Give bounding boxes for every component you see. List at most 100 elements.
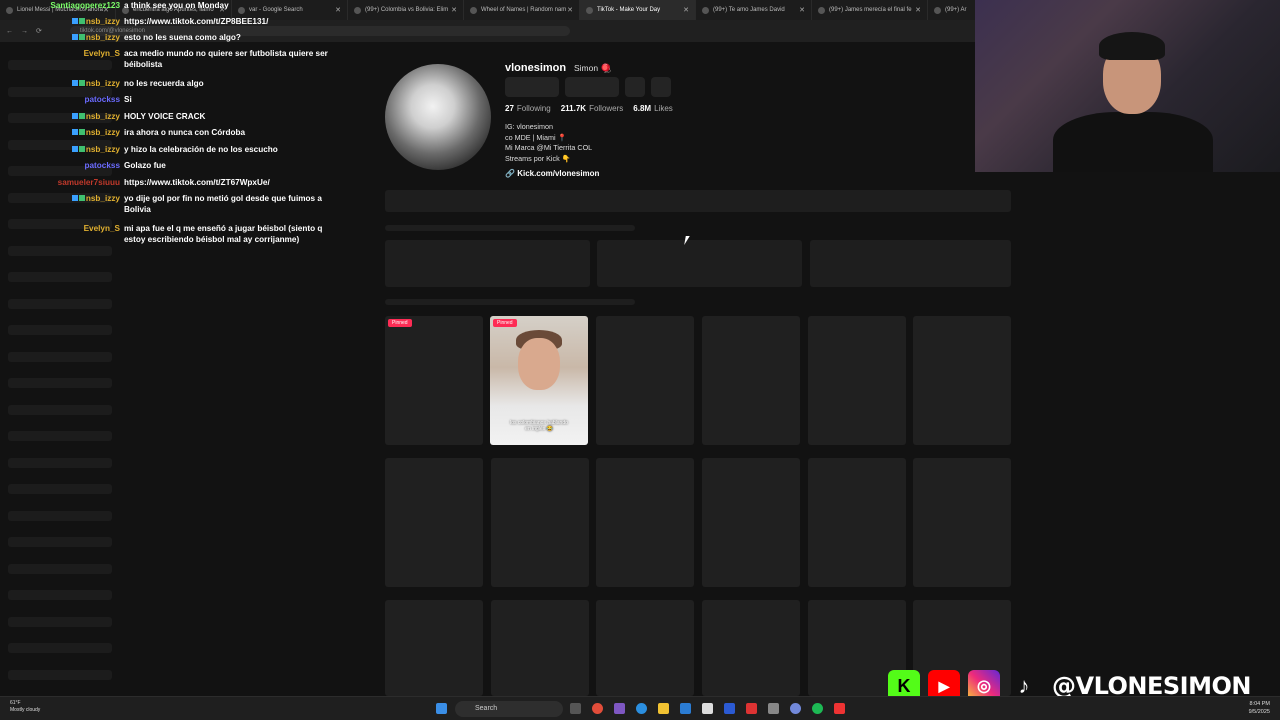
tab-label: (99+) Colombia vs Bolivia: Elim [365, 7, 449, 13]
chat-message: nsb_izzy ira ahora o nunca con Córdoba [0, 127, 334, 138]
windows-taskbar: 61°F Mostly cloudy Search 8:04 PM 9/5/20… [0, 696, 1280, 720]
tab-label: (99+) Ar [945, 7, 967, 13]
video-thumbnail[interactable] [385, 600, 483, 696]
message-button-skeleton[interactable] [565, 77, 619, 97]
follow-button-skeleton[interactable] [505, 77, 559, 97]
following-stat[interactable]: 27 Following [505, 104, 551, 113]
sub-badge-icon [71, 80, 78, 86]
chat-username[interactable]: nsb_izzy [0, 111, 124, 122]
bio-line: IG: vlonesimon [505, 122, 553, 131]
video-thumbnail[interactable] [385, 458, 483, 587]
bio-line: co MDE | Miami 📍 [505, 132, 567, 142]
task-view-icon[interactable] [570, 703, 581, 714]
chat-username[interactable]: samueler7siuuu [0, 177, 124, 188]
chat-message: samueler7siuuu https://www.tiktok.com/t/Z… [0, 177, 334, 188]
weather-widget[interactable]: 61°F Mostly cloudy [10, 700, 40, 714]
chat-username[interactable]: nsb_izzy [0, 193, 124, 204]
mod-badge-icon [78, 80, 85, 86]
video-thumbnail[interactable] [702, 316, 800, 445]
app-icon[interactable] [702, 703, 713, 714]
app-icon[interactable] [614, 703, 625, 714]
video-thumbnail-pinned[interactable]: Pinned los colombianos hablando en inglé… [490, 316, 588, 445]
close-tab-icon[interactable]: ✕ [451, 6, 457, 14]
app-icon[interactable] [768, 703, 779, 714]
pinned-badge: Pinned [388, 319, 412, 327]
video-thumbnail[interactable] [808, 316, 906, 445]
taskbar-search[interactable]: Search [455, 701, 563, 717]
sidebar-skeleton-row [8, 404, 112, 415]
close-tab-icon[interactable]: ✕ [683, 6, 689, 14]
chat-username[interactable]: nsb_izzy [0, 16, 124, 27]
profile-display-name: Simon 🪀 [574, 63, 612, 73]
close-tab-icon[interactable]: ✕ [915, 6, 921, 14]
sidebar-skeleton-row [8, 484, 112, 494]
card-skeleton [385, 240, 590, 287]
spotify-icon[interactable] [812, 703, 823, 714]
sidebar-skeleton-row [8, 643, 112, 653]
video-thumbnail[interactable] [913, 316, 1011, 445]
mail-icon[interactable] [680, 703, 691, 714]
sub-badge-icon [71, 146, 78, 152]
windows-start-icon[interactable] [436, 703, 447, 714]
chat-text: aca medio mundo no quiere ser futbolista… [124, 49, 328, 69]
chat-username[interactable]: nsb_izzy [0, 78, 124, 89]
share-button-skeleton[interactable] [625, 77, 645, 97]
mod-badge-icon [78, 34, 85, 40]
more-button-skeleton[interactable] [651, 77, 671, 97]
weather-desc: Mostly cloudy [10, 707, 41, 713]
video-thumbnail[interactable] [596, 600, 694, 696]
sidebar-skeleton-row [8, 669, 112, 680]
video-thumbnail[interactable] [491, 458, 589, 587]
video-thumbnail[interactable] [702, 458, 800, 587]
browser-tab[interactable]: TikTok - Make Your Day ✕ [580, 0, 696, 20]
taskbar-clock[interactable]: 8:04 PM 9/5/2025 [1249, 700, 1270, 716]
discord-icon[interactable] [790, 703, 801, 714]
app-icon[interactable] [834, 703, 845, 714]
mod-badge-icon [78, 195, 85, 201]
chat-message: nsb_izzy https://www.tiktok.com/t/ZP8BEE1… [0, 16, 334, 27]
video-thumbnail[interactable] [913, 458, 1011, 587]
edge-icon[interactable] [636, 703, 647, 714]
browser-tab[interactable]: Wheel of Names | Random nam ✕ [464, 0, 580, 20]
app-icon[interactable] [746, 703, 757, 714]
video-thumbnail[interactable] [596, 458, 694, 587]
browser-tab[interactable]: (99+) Colombia vs Bolivia: Elim ✕ [348, 0, 464, 20]
webcam-overlay [975, 0, 1280, 172]
close-tab-icon[interactable]: ✕ [799, 6, 805, 14]
video-thumbnail[interactable] [596, 316, 694, 445]
sidebar-skeleton-row [8, 563, 112, 574]
browser-tab[interactable]: (99+) James merecía el final fe ✕ [812, 0, 928, 20]
chat-username[interactable]: patockss [0, 94, 124, 105]
chat-username[interactable]: patockss [0, 160, 124, 171]
chat-username[interactable]: nsb_izzy [0, 127, 124, 138]
profile-link[interactable]: 🔗 Kick.com/vlonesimon [505, 169, 599, 178]
chat-username[interactable]: Evelyn_S [0, 48, 124, 59]
mod-badge-icon [78, 113, 85, 119]
video-thumbnail[interactable] [491, 600, 589, 696]
profile-avatar[interactable] [385, 64, 491, 170]
chat-text: y hizo la celebración de no los escucho [124, 145, 278, 154]
sidebar-skeleton-row [8, 457, 112, 468]
browser-tab[interactable]: (99+) Te amo James David ✕ [696, 0, 812, 20]
app-icon[interactable] [724, 703, 735, 714]
sub-badge-icon [71, 129, 78, 135]
chat-username[interactable]: Evelyn_S [0, 223, 124, 234]
video-thumbnail[interactable]: Pinned [385, 316, 483, 445]
file-explorer-icon[interactable] [658, 703, 669, 714]
favicon-icon [818, 6, 825, 14]
chrome-icon[interactable] [592, 703, 603, 714]
chat-text: https://www.tiktok.com/t/ZT67WpxUe/ [124, 178, 270, 187]
sub-badge-icon [71, 195, 78, 201]
chat-text: no les recuerda algo [124, 79, 204, 88]
chat-message: nsb_izzy no les recuerda algo [0, 78, 334, 89]
chat-username[interactable]: nsb_izzy [0, 32, 124, 43]
chat-text: esto no les suena como algo? [124, 33, 241, 42]
section-title-skeleton [385, 299, 635, 305]
followers-stat[interactable]: 211.7K Followers [561, 104, 624, 113]
video-thumbnail[interactable] [808, 458, 906, 587]
chat-username[interactable]: nsb_izzy [0, 144, 124, 155]
chat-username[interactable]: Santiagoperez123 [0, 0, 124, 11]
mod-badge-icon [78, 18, 85, 24]
close-tab-icon[interactable]: ✕ [567, 6, 573, 14]
video-thumbnail[interactable] [702, 600, 800, 696]
